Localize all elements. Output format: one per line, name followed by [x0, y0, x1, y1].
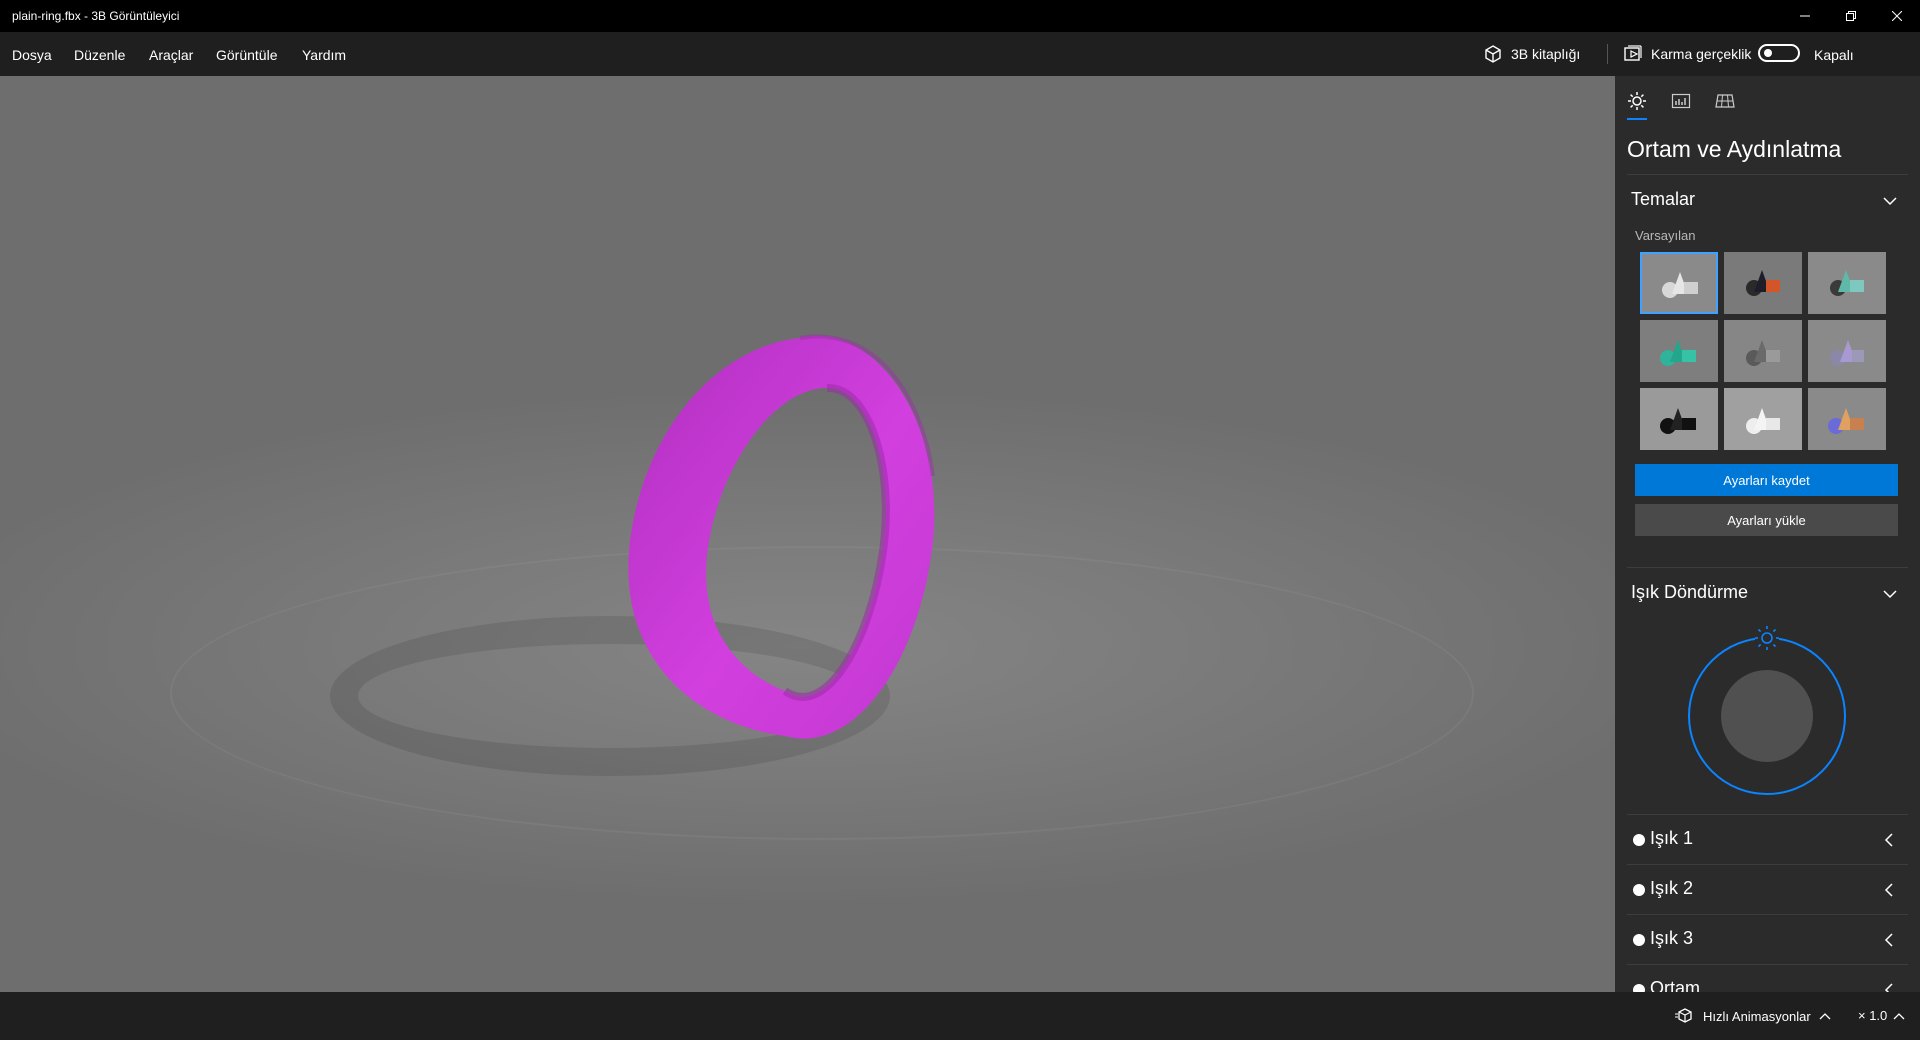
- animation-icon: [1675, 1008, 1692, 1023]
- ring-model[interactable]: [600, 326, 960, 756]
- chevron-left-icon[interactable]: [1881, 981, 1897, 992]
- menu-file[interactable]: Dosya: [12, 47, 52, 63]
- light-row-ambient[interactable]: Ortam: [1627, 964, 1908, 992]
- chart-icon: [1671, 93, 1691, 109]
- menu-separator: [1607, 44, 1608, 64]
- light-sphere: [1721, 670, 1813, 762]
- theme-grid: [1640, 252, 1890, 452]
- light-label: Işık 3: [1650, 928, 1694, 948]
- menu-bar: Dosya Düzenle Araçlar Görüntüle Yardım 3…: [0, 32, 1920, 76]
- theme-tile-5[interactable]: [1724, 320, 1802, 382]
- chevron-down-icon[interactable]: [1881, 585, 1899, 603]
- cube-icon: [1485, 45, 1501, 63]
- themes-section-header[interactable]: Temalar: [1631, 189, 1695, 210]
- divider: [1627, 174, 1908, 175]
- theme-tile-3[interactable]: [1808, 252, 1886, 314]
- theme-tile-9[interactable]: [1808, 388, 1886, 450]
- light-row-1[interactable]: Işık 1: [1627, 814, 1908, 865]
- toggle-knob: [1764, 49, 1772, 57]
- sun-handle-icon[interactable]: [1755, 626, 1779, 650]
- chevron-left-icon[interactable]: [1881, 831, 1897, 849]
- chevron-up-icon: [1819, 1013, 1831, 1020]
- light-color-dot: [1633, 984, 1645, 992]
- mixed-reality-toggle[interactable]: [1758, 44, 1800, 62]
- tab-grid[interactable]: [1711, 86, 1739, 116]
- theme-preview: [1724, 252, 1802, 314]
- status-bar: Hızlı Animasyonlar × 1.0: [0, 992, 1920, 1040]
- light-label: Işık 2: [1650, 878, 1694, 898]
- 3d-viewport[interactable]: [0, 76, 1615, 992]
- tab-environment[interactable]: [1623, 86, 1651, 116]
- mixed-reality-button[interactable]: Karma gerçeklik: [1623, 44, 1751, 64]
- close-icon: [1892, 11, 1902, 21]
- theme-tile-8[interactable]: [1724, 388, 1802, 450]
- theme-preview: [1640, 320, 1718, 382]
- quick-animations-label: Hızlı Animasyonlar: [1703, 1008, 1811, 1024]
- theme-preview: [1808, 252, 1886, 314]
- theme-tile-7[interactable]: [1640, 388, 1718, 450]
- panel-title: Ortam ve Aydınlatma: [1627, 136, 1842, 162]
- light-row-3[interactable]: Işık 3: [1627, 914, 1908, 965]
- menu-edit[interactable]: Düzenle: [74, 47, 125, 63]
- light-rotation-dial[interactable]: [1685, 621, 1849, 795]
- light-rotation-header[interactable]: Işık Döndürme: [1631, 582, 1748, 603]
- theme-preview: [1724, 388, 1802, 450]
- playback-speed-button[interactable]: × 1.0: [1858, 1008, 1905, 1023]
- active-tab-indicator: [1627, 118, 1647, 120]
- themes-subtitle: Varsayılan: [1635, 228, 1696, 243]
- light-color-dot: [1633, 934, 1645, 946]
- theme-preview: [1640, 388, 1718, 450]
- divider: [1627, 567, 1908, 568]
- theme-tile-2[interactable]: [1724, 252, 1802, 314]
- minimize-button[interactable]: [1782, 0, 1828, 32]
- 3d-library-button[interactable]: 3B kitaplığı: [1483, 44, 1580, 64]
- chevron-down-icon[interactable]: [1881, 192, 1899, 210]
- theme-preview: [1642, 254, 1716, 312]
- menu-help[interactable]: Yardım: [302, 47, 346, 63]
- theme-preview: [1808, 388, 1886, 450]
- theme-tile-4[interactable]: [1640, 320, 1718, 382]
- mixed-reality-label: Karma gerçeklik: [1651, 46, 1752, 62]
- load-settings-button[interactable]: Ayarları yükle: [1635, 504, 1898, 536]
- theme-preview: [1724, 320, 1802, 382]
- grid-icon: [1715, 94, 1735, 108]
- save-settings-button[interactable]: Ayarları kaydet: [1635, 464, 1898, 496]
- light-row-2[interactable]: Işık 2: [1627, 864, 1908, 915]
- mixed-reality-icon: [1624, 45, 1642, 61]
- menu-view[interactable]: Görüntüle: [216, 47, 277, 63]
- tab-statistics[interactable]: [1667, 86, 1695, 116]
- light-label: Işık 1: [1650, 828, 1694, 848]
- sun-icon: [1628, 92, 1646, 110]
- minimize-icon: [1800, 15, 1810, 17]
- light-label: Ortam: [1650, 978, 1701, 992]
- quick-animations-button[interactable]: Hızlı Animasyonlar: [1675, 1008, 1831, 1024]
- playback-speed-label: × 1.0: [1858, 1008, 1888, 1023]
- mixed-reality-state: Kapalı: [1814, 47, 1854, 63]
- restore-icon: [1846, 11, 1856, 21]
- restore-button[interactable]: [1828, 0, 1874, 32]
- close-button[interactable]: [1874, 0, 1920, 32]
- theme-tile-1[interactable]: [1640, 252, 1718, 314]
- menu-tools[interactable]: Araçlar: [149, 47, 193, 63]
- title-bar: plain-ring.fbx - 3B Görüntüleyici: [0, 0, 1920, 32]
- chevron-left-icon[interactable]: [1881, 881, 1897, 899]
- light-color-dot: [1633, 884, 1645, 896]
- chevron-up-icon: [1893, 1012, 1905, 1019]
- environment-panel: Ortam ve Aydınlatma Temalar Varsayılan A…: [1615, 76, 1920, 992]
- 3d-library-label: 3B kitaplığı: [1511, 46, 1581, 62]
- window-title: plain-ring.fbx - 3B Görüntüleyici: [12, 9, 180, 23]
- chevron-left-icon[interactable]: [1881, 931, 1897, 949]
- theme-preview: [1808, 320, 1886, 382]
- theme-tile-6[interactable]: [1808, 320, 1886, 382]
- light-color-dot: [1633, 834, 1645, 846]
